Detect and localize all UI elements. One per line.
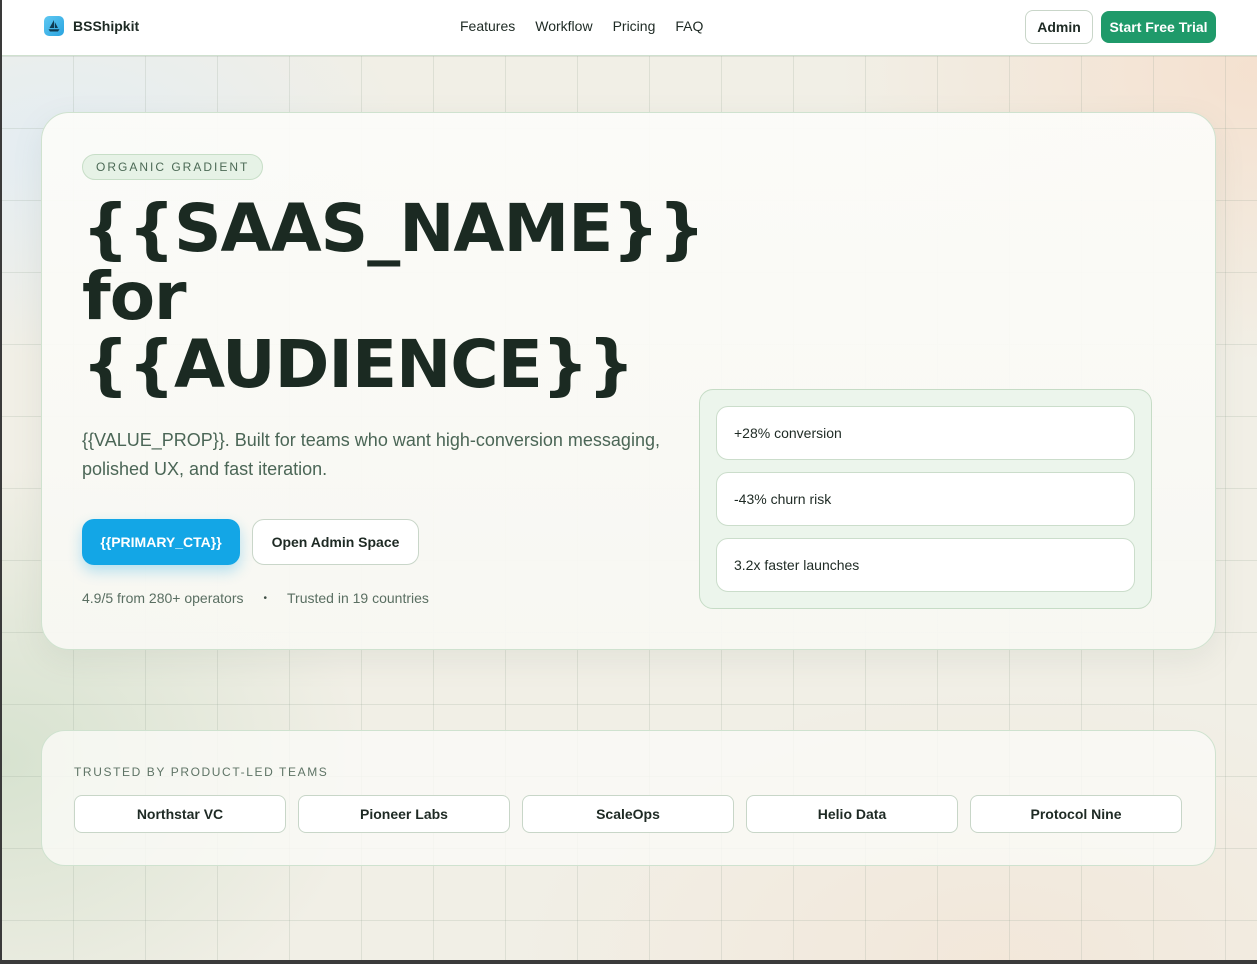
hero-card: ORGANIC GRADIENT {{SAAS_NAME}} for {{AUD… <box>41 112 1216 650</box>
admin-button[interactable]: Admin <box>1025 10 1093 44</box>
stats-panel: +28% conversion -43% churn risk 3.2x fas… <box>699 389 1152 609</box>
social-proof: 4.9/5 from 280+ operators • Trusted in 1… <box>82 590 429 606</box>
main-nav: Features Workflow Pricing FAQ <box>460 18 723 34</box>
separator-dot: • <box>263 592 268 604</box>
open-admin-space-button[interactable]: Open Admin Space <box>252 519 419 565</box>
window-frame-bottom <box>0 960 1257 964</box>
stat-conversion: +28% conversion <box>716 406 1135 460</box>
top-nav-bar: BSShipkit Features Workflow Pricing FAQ … <box>2 0 1257 56</box>
brand[interactable]: BSShipkit <box>44 16 139 36</box>
nav-link-features[interactable]: Features <box>460 18 515 34</box>
trusted-by-section: TRUSTED BY PRODUCT-LED TEAMS Northstar V… <box>41 730 1216 866</box>
hero-title-line-3: {{AUDIENCE}} <box>82 326 635 403</box>
logo-scaleops: ScaleOps <box>522 795 734 833</box>
nav-link-pricing[interactable]: Pricing <box>613 18 656 34</box>
hero-title: {{SAAS_NAME}} for {{AUDIENCE}} <box>82 195 722 399</box>
hero-title-line-2: for <box>82 258 187 335</box>
start-free-trial-button[interactable]: Start Free Trial <box>1101 11 1216 43</box>
sailboat-icon <box>44 16 64 36</box>
stat-faster-launches: 3.2x faster launches <box>716 538 1135 592</box>
logo-row: Northstar VC Pioneer Labs ScaleOps Helio… <box>74 795 1182 833</box>
stat-churn-risk: -43% churn risk <box>716 472 1135 526</box>
hero-pill: ORGANIC GRADIENT <box>82 154 264 180</box>
logo-protocol-nine: Protocol Nine <box>970 795 1182 833</box>
logo-helio-data: Helio Data <box>746 795 958 833</box>
logo-northstar-vc: Northstar VC <box>74 795 286 833</box>
trusted-label: TRUSTED BY PRODUCT-LED TEAMS <box>74 765 329 779</box>
primary-cta-button[interactable]: {{PRIMARY_CTA}} <box>82 519 240 565</box>
countries-text: Trusted in 19 countries <box>287 590 429 606</box>
nav-link-workflow[interactable]: Workflow <box>535 18 592 34</box>
hero-subtitle: {{VALUE_PROP}}. Built for teams who want… <box>82 430 660 479</box>
nav-link-faq[interactable]: FAQ <box>675 18 703 34</box>
window-frame-left <box>0 0 2 964</box>
logo-pioneer-labs: Pioneer Labs <box>298 795 510 833</box>
rating-text: 4.9/5 from 280+ operators <box>82 590 244 606</box>
brand-name: BSShipkit <box>73 18 140 34</box>
hero-title-line-1: {{SAAS_NAME}} <box>82 190 705 267</box>
